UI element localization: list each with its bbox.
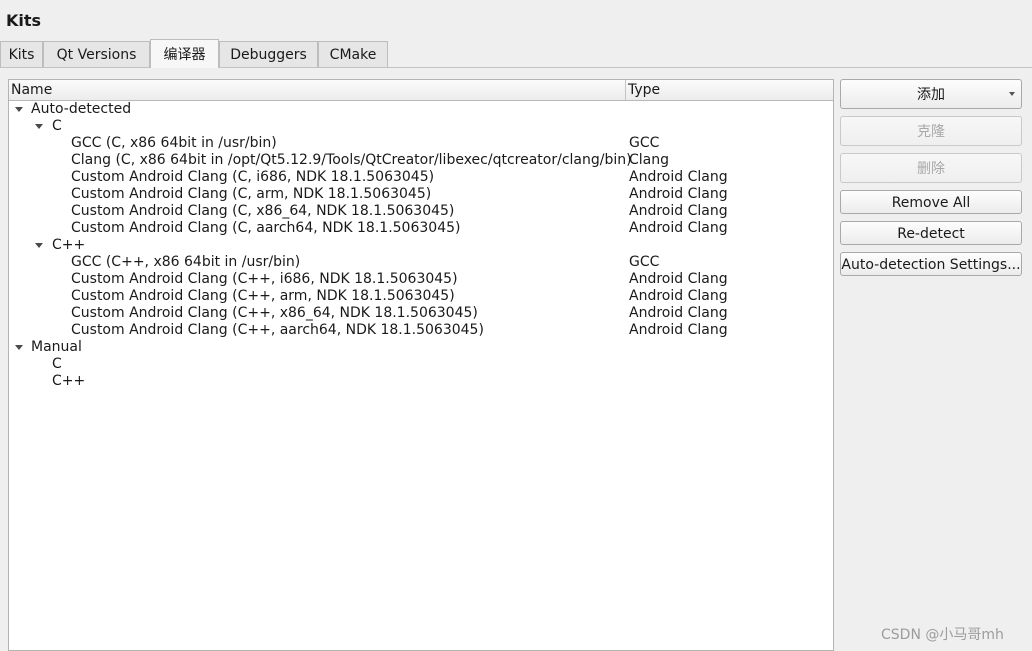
tree-row[interactable]: Custom Android Clang (C, i686, NDK 18.1.… [9,169,833,186]
auto-detection-settings-button[interactable]: Auto-detection Settings... [840,252,1022,276]
expand-arrow-icon[interactable] [35,124,43,129]
expand-arrow-icon[interactable] [15,345,23,350]
tree-header: Name Type [9,80,833,101]
column-header-type[interactable]: Type [628,82,660,98]
tree-item-label: C++ [52,237,86,253]
tree-row[interactable]: Custom Android Clang (C++, arm, NDK 18.1… [9,288,833,305]
tree-row[interactable]: GCC (C, x86 64bit in /usr/bin) GCC [9,135,833,152]
compiler-tree[interactable]: Name Type Auto-detected C GCC (C, x86 64… [8,79,834,651]
tree-row[interactable]: Clang (C, x86 64bit in /opt/Qt5.12.9/Too… [9,152,833,169]
compiler-name: Custom Android Clang (C++, x86_64, NDK 1… [71,305,478,321]
tree-item-label: Auto-detected [31,101,132,117]
compiler-name: GCC (C, x86 64bit in /usr/bin) [71,135,277,151]
tree-group-manual-c[interactable]: C [9,356,833,373]
compiler-type: Android Clang [629,220,728,236]
tree-group-manual[interactable]: Manual [9,339,833,356]
compiler-name: Clang (C, x86 64bit in /opt/Qt5.12.9/Too… [71,152,632,168]
column-divider[interactable] [625,80,626,100]
tree-group-cpp[interactable]: C++ [9,237,833,254]
compiler-name: GCC (C++, x86 64bit in /usr/bin) [71,254,301,270]
compiler-type: Android Clang [629,169,728,185]
window-title: Kits [6,11,42,30]
compiler-name: Custom Android Clang (C++, aarch64, NDK … [71,322,484,338]
tree-item-label: C++ [52,373,86,389]
watermark: CSDN @小马哥mh [881,627,1004,643]
tab-debuggers[interactable]: Debuggers [219,41,318,67]
tree-group-c[interactable]: C [9,118,833,135]
compiler-type: Clang [629,152,670,168]
remove-button[interactable]: 删除 [840,153,1022,183]
tree-row[interactable]: Custom Android Clang (C, x86_64, NDK 18.… [9,203,833,220]
column-header-name[interactable]: Name [11,82,52,98]
tree-item-label: Manual [31,339,82,355]
compiler-type: Android Clang [629,322,728,338]
compiler-type: Android Clang [629,288,728,304]
tree-item-label: C [52,356,62,372]
tree-group-manual-cpp[interactable]: C++ [9,373,833,390]
compiler-type: Android Clang [629,305,728,321]
redetect-button[interactable]: Re-detect [840,221,1022,245]
expand-arrow-icon[interactable] [35,243,43,248]
compiler-name: Custom Android Clang (C, x86_64, NDK 18.… [71,203,455,219]
compiler-type: Android Clang [629,186,728,202]
tree-row[interactable]: Custom Android Clang (C, aarch64, NDK 18… [9,220,833,237]
tree-row[interactable]: Custom Android Clang (C++, x86_64, NDK 1… [9,305,833,322]
tab-bar: Kits Qt Versions 编译器 Debuggers CMake [0,39,1032,68]
tree-group-auto-detected[interactable]: Auto-detected [9,101,833,118]
compiler-type: Android Clang [629,203,728,219]
remove-all-button[interactable]: Remove All [840,190,1022,214]
compiler-type: GCC [629,135,660,151]
compiler-name: Custom Android Clang (C, i686, NDK 18.1.… [71,169,435,185]
compiler-name: Custom Android Clang (C++, arm, NDK 18.1… [71,288,455,304]
tab-compilers[interactable]: 编译器 [150,39,219,68]
compiler-name: Custom Android Clang (C, aarch64, NDK 18… [71,220,461,236]
tab-qt-versions[interactable]: Qt Versions [43,41,150,67]
tree-row[interactable]: GCC (C++, x86 64bit in /usr/bin) GCC [9,254,833,271]
tree-row[interactable]: Custom Android Clang (C, arm, NDK 18.1.5… [9,186,833,203]
add-button-label: 添加 [917,87,945,103]
compiler-type: Android Clang [629,271,728,287]
tree-item-label: C [52,118,62,134]
compiler-name: Custom Android Clang (C, arm, NDK 18.1.5… [71,186,432,202]
chevron-down-icon [1009,92,1015,96]
tab-cmake[interactable]: CMake [318,41,388,67]
compiler-name: Custom Android Clang (C++, i686, NDK 18.… [71,271,458,287]
tree-row[interactable]: Custom Android Clang (C++, i686, NDK 18.… [9,271,833,288]
tab-kits[interactable]: Kits [0,41,43,67]
add-button[interactable]: 添加 [840,79,1022,109]
clone-button[interactable]: 克隆 [840,116,1022,146]
compiler-type: GCC [629,254,660,270]
tree-row[interactable]: Custom Android Clang (C++, aarch64, NDK … [9,322,833,339]
expand-arrow-icon[interactable] [15,107,23,112]
